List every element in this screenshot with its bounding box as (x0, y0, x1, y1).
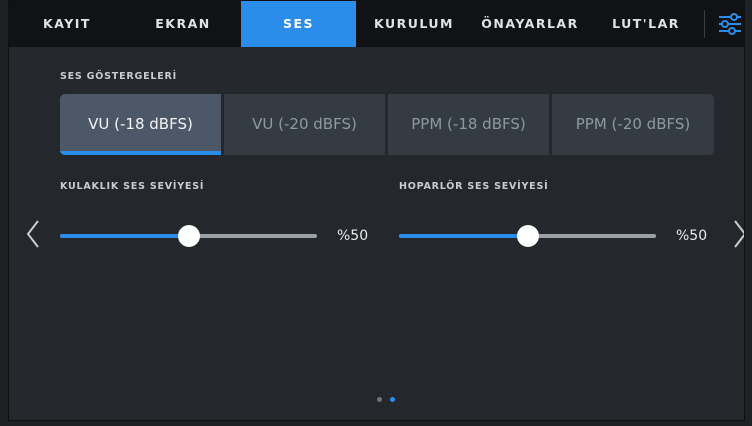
tab-divider (704, 10, 705, 38)
meter-option-label: PPM (-18 dBFS) (411, 115, 526, 133)
speaker-level-slider[interactable] (399, 225, 656, 247)
tab-kayit[interactable]: KAYIT (9, 1, 125, 47)
page-dot[interactable] (390, 397, 395, 402)
meter-option-label: VU (-18 dBFS) (88, 115, 193, 133)
tab-lutlar[interactable]: LUT'LAR (588, 1, 704, 47)
meter-option-ppm-18[interactable]: PPM (-18 dBFS) (388, 94, 549, 155)
tab-kurulum[interactable]: KURULUM (356, 1, 472, 47)
settings-sliders-icon[interactable] (717, 10, 743, 38)
tab-onayarlar[interactable]: ÖNAYARLAR (472, 1, 588, 47)
speaker-level-knob[interactable] (516, 225, 539, 247)
meter-option-vu-18[interactable]: VU (-18 dBFS) (60, 94, 221, 155)
page-dot[interactable] (377, 397, 382, 402)
headphone-level-fill (60, 234, 189, 238)
meter-option-label: VU (-20 dBFS) (252, 115, 357, 133)
speaker-level-value: %50 (676, 228, 708, 244)
headphone-level-knob[interactable] (177, 225, 200, 247)
tab-bar: KAYIT EKRAN SES KURULUM ÖNAYARLAR LUT'LA… (9, 1, 744, 47)
speaker-level-label: HOPARLÖR SES SEVİYESİ (399, 181, 549, 192)
meter-option-label: PPM (-20 dBFS) (575, 115, 691, 133)
audio-meters-label: SES GÖSTERGELERİ (60, 71, 177, 82)
meter-option-vu-20[interactable]: VU (-20 dBFS) (224, 94, 385, 155)
headphone-level-label: KULAKLIK SES SEVİYESİ (60, 181, 205, 192)
speaker-level-fill (399, 234, 528, 238)
chevron-left-icon[interactable] (24, 219, 42, 249)
chevron-right-icon[interactable] (731, 219, 744, 249)
headphone-level-slider[interactable] (60, 225, 317, 247)
selected-indicator (60, 151, 221, 155)
meter-option-ppm-20[interactable]: PPM (-20 dBFS) (552, 94, 714, 155)
headphone-level-value: %50 (337, 228, 369, 244)
audio-meters-selector: VU (-18 dBFS) VU (-20 dBFS) PPM (-18 dBF… (60, 94, 714, 155)
tab-ses[interactable]: SES (241, 1, 356, 47)
tab-ekran[interactable]: EKRAN (125, 1, 241, 47)
audio-settings-screen: KAYIT EKRAN SES KURULUM ÖNAYARLAR LUT'LA… (8, 0, 745, 421)
